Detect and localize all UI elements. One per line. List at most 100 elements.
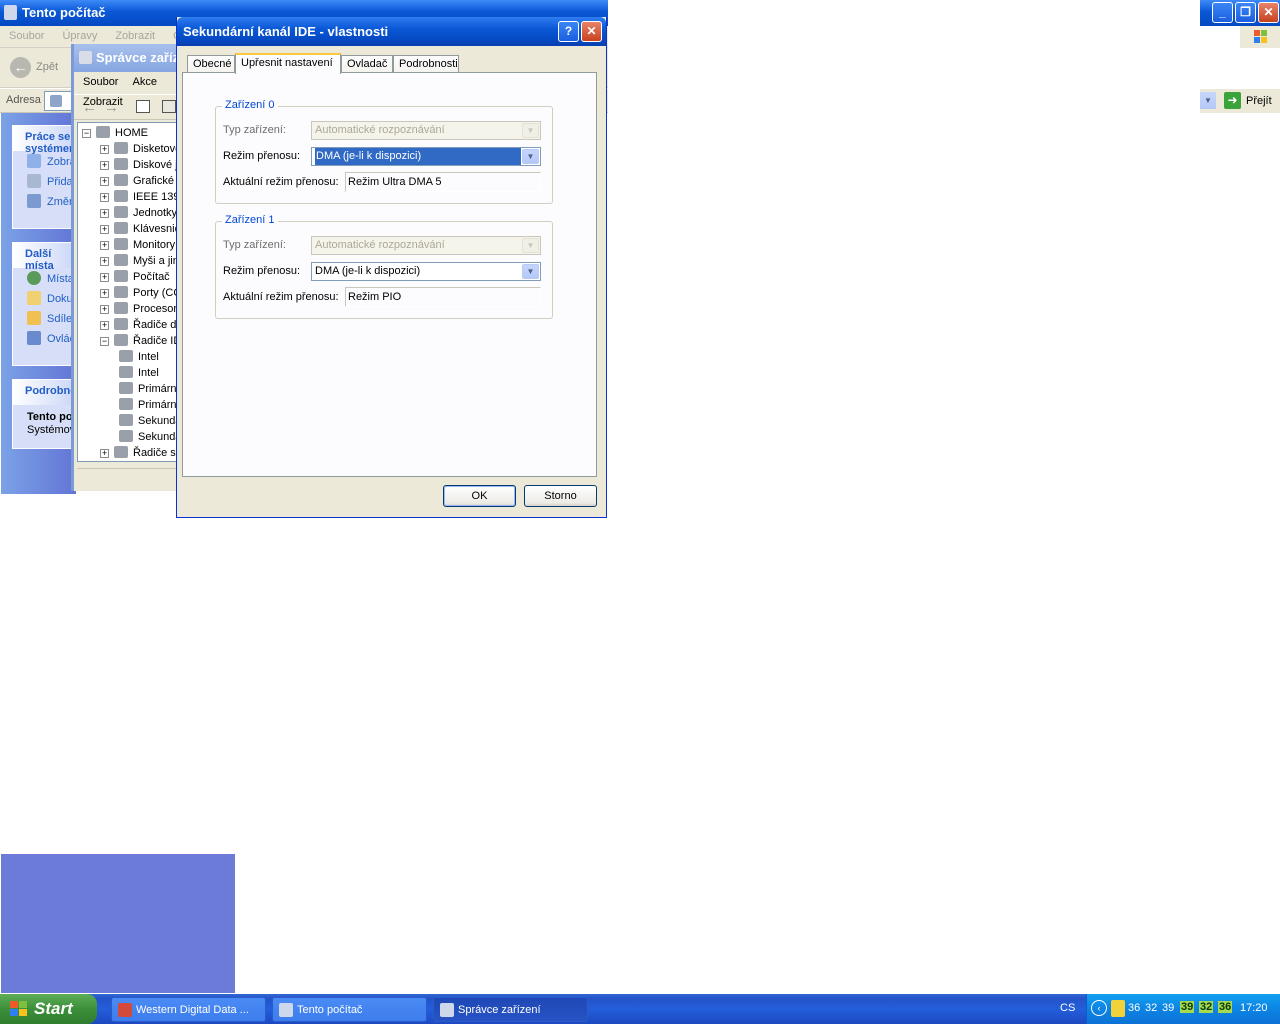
- taskbar-item-device-manager[interactable]: Správce zařízení: [433, 997, 588, 1022]
- cancel-button[interactable]: Storno: [524, 485, 597, 507]
- expand-icon[interactable]: +: [100, 257, 109, 266]
- tree-item[interactable]: + Řadiče disků: [100, 317, 181, 333]
- window-title: Správce zařízení: [96, 50, 181, 65]
- tab-details[interactable]: Podrobnosti: [393, 55, 459, 73]
- tree-item[interactable]: + Monitory: [100, 237, 175, 253]
- address-dropdown-button[interactable]: ▼: [1200, 92, 1216, 109]
- device-icon: [96, 126, 110, 138]
- tree-item[interactable]: + Myši a jiná polohovací zařízení: [100, 253, 181, 269]
- tab-general[interactable]: Obecné: [187, 55, 235, 73]
- collapse-icon[interactable]: −: [82, 129, 91, 138]
- tree-item-label: Diskové jednotky: [133, 159, 181, 171]
- chevron-down-icon[interactable]: ▼: [522, 264, 539, 279]
- expand-icon[interactable]: +: [100, 273, 109, 282]
- device-icon: [114, 174, 128, 186]
- temp-value: 32: [1145, 1002, 1158, 1014]
- tree-item[interactable]: + Jednotky DVD/CD-ROM: [100, 205, 181, 221]
- network-icon: [27, 271, 41, 285]
- help-button[interactable]: ?: [558, 21, 579, 42]
- tree-item[interactable]: + Procesory: [100, 301, 181, 317]
- restore-button[interactable]: ❐: [1235, 2, 1256, 23]
- menu-soubor[interactable]: Soubor: [74, 72, 123, 92]
- device-icon: [114, 318, 128, 330]
- tree-item[interactable]: + Disketové jednotky: [100, 141, 181, 157]
- go-label: Přejít: [1246, 95, 1272, 107]
- device0-group: Zařízení 0 Typ zařízení: Automatické roz…: [215, 99, 553, 204]
- windows-logo-icon: [1240, 26, 1280, 48]
- address-go-area: ▼ ➜ Přejít: [1200, 89, 1280, 113]
- tree-item[interactable]: + Řadiče sběrnice USB: [100, 445, 181, 461]
- status-bar: [77, 468, 181, 488]
- tree-item-label: Porty (COM a LPT): [133, 287, 181, 299]
- dialog-title-bar[interactable]: Sekundární kanál IDE - vlastnosti: [177, 17, 606, 46]
- expand-icon[interactable]: +: [100, 161, 109, 170]
- menu-upravy[interactable]: Úpravy: [53, 26, 106, 46]
- tree-item[interactable]: Intel: [119, 365, 159, 381]
- tree-item[interactable]: Intel: [119, 349, 159, 365]
- expand-icon[interactable]: +: [100, 209, 109, 218]
- device-tree[interactable]: − HOME + Disketové jednotky + Diskové jednotk…: [77, 122, 181, 462]
- device-icon: [114, 302, 128, 314]
- tree-item[interactable]: + Počítač: [100, 269, 170, 285]
- expand-icon[interactable]: +: [100, 305, 109, 314]
- properties-icon[interactable]: [162, 100, 176, 113]
- close-button[interactable]: ✕: [1258, 2, 1279, 23]
- expand-icon[interactable]: +: [100, 289, 109, 298]
- back-arrow-icon[interactable]: ←: [82, 99, 97, 116]
- tree-item[interactable]: + Porty (COM a LPT): [100, 285, 181, 301]
- tree-item-label: Myši a jiná polohovací zařízení: [133, 255, 181, 267]
- menu-akce[interactable]: Akce: [123, 72, 161, 92]
- tree-item[interactable]: Sekundární kanál IDE: [119, 429, 181, 445]
- tree-item[interactable]: + Grafické karty: [100, 173, 181, 189]
- tree-item-label: Monitory: [133, 239, 176, 251]
- tree-item[interactable]: + IEEE 1394: [100, 189, 181, 205]
- tree-item-label: Intel: [138, 351, 159, 363]
- device-icon: [119, 350, 133, 362]
- tab-driver[interactable]: Ovladač: [341, 55, 393, 73]
- tree-item[interactable]: Primární kanál IDE: [119, 397, 181, 413]
- minimize-button[interactable]: _: [1212, 2, 1233, 23]
- ok-button[interactable]: OK: [443, 485, 516, 507]
- clock[interactable]: 17:20: [1240, 1002, 1268, 1014]
- advanced-settings-panel: Zařízení 0 Typ zařízení: Automatické roz…: [182, 72, 597, 477]
- taskbar-item-western-digital[interactable]: Western Digital Data ...: [111, 997, 266, 1022]
- forward-arrow-icon[interactable]: →: [104, 99, 119, 116]
- tree-item[interactable]: − HOME: [82, 125, 148, 141]
- tree-item[interactable]: Sekundární kanál IDE: [119, 413, 181, 429]
- device0-transfer-mode-select[interactable]: DMA (je-li k dispozici) ▼: [311, 147, 541, 166]
- menu-soubor[interactable]: Soubor: [0, 26, 53, 46]
- tray-app-icon[interactable]: [1111, 1000, 1125, 1017]
- back-button[interactable]: ← Zpět: [8, 57, 68, 79]
- tray-expand-icon[interactable]: ‹: [1091, 1000, 1107, 1016]
- chevron-down-icon[interactable]: ▼: [522, 149, 539, 164]
- tree-item[interactable]: + Diskové jednotky: [100, 157, 181, 173]
- device1-transfer-mode-select[interactable]: DMA (je-li k dispozici) ▼: [311, 262, 541, 281]
- device1-type-label: Typ zařízení:: [223, 239, 286, 251]
- expand-icon[interactable]: +: [100, 145, 109, 154]
- start-label: Start: [34, 999, 73, 1018]
- tree-item[interactable]: + Klávesnice: [100, 221, 181, 237]
- back-label: Zpět: [36, 61, 59, 73]
- expand-icon[interactable]: +: [100, 449, 109, 458]
- tree-item-label: Disketové jednotky: [133, 143, 181, 155]
- taskbar-item-my-computer[interactable]: Tento počítač: [272, 997, 427, 1022]
- expand-icon[interactable]: +: [100, 193, 109, 202]
- tree-item-label: Řadiče IDE ATA/ATAPI: [133, 335, 181, 347]
- computer-icon: [4, 5, 17, 20]
- chevron-down-icon: ▼: [522, 123, 539, 138]
- go-button[interactable]: ➜ Přejít: [1222, 91, 1278, 111]
- close-button[interactable]: ✕: [581, 21, 602, 42]
- expand-icon[interactable]: +: [100, 177, 109, 186]
- tree-item[interactable]: − Řadiče IDE ATA/ATAPI: [100, 333, 181, 349]
- show-hide-tree-icon[interactable]: [136, 100, 150, 113]
- device-icon: [114, 446, 128, 458]
- tree-item[interactable]: Primární kanál IDE: [119, 381, 181, 397]
- expand-icon[interactable]: +: [100, 321, 109, 330]
- collapse-icon[interactable]: −: [100, 337, 109, 346]
- menu-zobrazit[interactable]: Zobrazit: [106, 26, 164, 46]
- language-indicator[interactable]: CS: [1060, 1002, 1075, 1014]
- tab-advanced-settings[interactable]: Upřesnit nastavení: [235, 53, 341, 74]
- expand-icon[interactable]: +: [100, 241, 109, 250]
- device-manager-title-bar[interactable]: Správce zařízení: [74, 44, 181, 72]
- expand-icon[interactable]: +: [100, 225, 109, 234]
